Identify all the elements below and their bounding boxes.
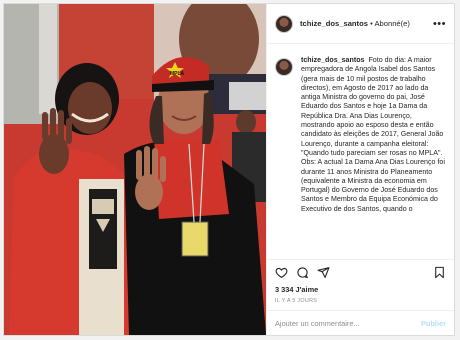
- post-header: tchize_dos_santos • Abonné(e) •••: [267, 4, 454, 44]
- likes-count[interactable]: 3 334 J'aime: [267, 284, 454, 296]
- cap-logo-text: MPLA: [170, 71, 185, 77]
- caption-text: Foto do dia: A maior empregadora de Ango…: [301, 56, 445, 213]
- heart-icon[interactable]: [275, 266, 288, 279]
- caption-area: tchize_dos_santos Foto do dia: A maior e…: [267, 44, 454, 259]
- comment-input[interactable]: [275, 318, 421, 328]
- post-sidebar: tchize_dos_santos • Abonné(e) ••• tchize…: [266, 4, 454, 335]
- caption-avatar[interactable]: [275, 58, 293, 76]
- follow-status[interactable]: Abonné(e): [374, 19, 409, 28]
- post-photo[interactable]: MPLA: [4, 4, 266, 335]
- comment-icon[interactable]: [296, 266, 309, 279]
- more-horizontal-icon[interactable]: •••: [433, 18, 446, 30]
- header-separator: •: [370, 19, 373, 28]
- publish-button[interactable]: Publier: [421, 319, 446, 328]
- header-user-line: tchize_dos_santos • Abonné(e): [300, 19, 410, 28]
- share-icon[interactable]: [317, 266, 330, 279]
- bookmark-icon[interactable]: [433, 266, 446, 279]
- avatar[interactable]: [275, 14, 293, 33]
- post-actions: [267, 259, 454, 284]
- caption-text-block: tchize_dos_santos Foto do dia: A maior e…: [301, 56, 446, 250]
- post-time: IL Y A 5 JOURS: [275, 298, 318, 304]
- instagram-post: MPLA tchize_dos_santos • Abonné(e) ••• t…: [3, 3, 455, 336]
- header-username[interactable]: tchize_dos_santos: [300, 19, 368, 28]
- comment-bar: Publier: [267, 310, 454, 335]
- photo-illustration: [4, 4, 266, 335]
- caption-username[interactable]: tchize_dos_santos: [301, 56, 364, 64]
